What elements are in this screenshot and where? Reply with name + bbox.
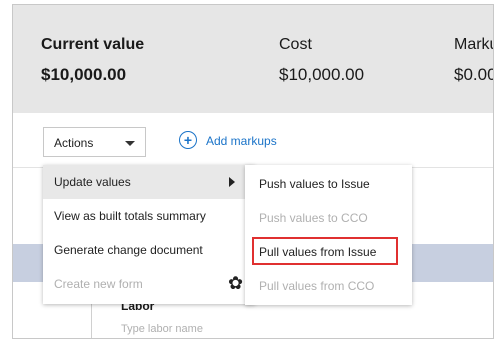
markup-label: Marku	[454, 36, 493, 53]
value-summary: Current value $10,000.00 Cost $10,000.00…	[13, 5, 493, 113]
actions-menu: Update values View as built totals summa…	[43, 165, 255, 304]
submenu-item-label: Push values to Issue	[259, 177, 370, 191]
menu-item-view-as-built[interactable]: View as built totals summary	[43, 199, 255, 233]
actions-label: Actions	[54, 136, 94, 150]
submenu-item-label: Pull values from CCO	[259, 279, 375, 293]
menu-item-label: Create new form	[54, 277, 143, 291]
cost-label: Cost	[279, 36, 312, 53]
submenu-item-label: Pull values from Issue	[259, 245, 377, 259]
current-value-amount: $10,000.00	[41, 65, 127, 84]
current-value-column: Current value $10,000.00	[41, 35, 144, 86]
gear-icon[interactable]: ✿	[228, 274, 243, 292]
markup-column: Marku $0.00	[454, 35, 494, 86]
menu-item-create-new-form: Create new form ✿	[43, 267, 255, 301]
menu-item-label: View as built totals summary	[54, 209, 206, 223]
submenu-item-push-to-cco: Push values to CCO	[245, 201, 412, 235]
actions-dropdown-button[interactable]: Actions	[43, 127, 146, 157]
caret-down-icon	[125, 141, 135, 146]
add-markups-label: Add markups	[206, 134, 277, 148]
cost-column: Cost $10,000.00	[279, 35, 364, 86]
labor-name-placeholder: Type labor name	[121, 323, 203, 335]
menu-item-generate-change-document[interactable]: Generate change document	[43, 233, 255, 267]
submenu-item-pull-from-cco: Pull values from CCO	[245, 269, 412, 303]
menu-item-label: Update values	[54, 175, 131, 189]
menu-item-update-values[interactable]: Update values	[43, 165, 255, 199]
submenu-item-push-to-issue[interactable]: Push values to Issue	[245, 167, 412, 201]
update-values-submenu: Push values to Issue Push values to CCO …	[245, 165, 412, 305]
current-value-label: Current value	[41, 36, 145, 53]
menu-item-label: Generate change document	[54, 243, 203, 257]
cost-amount: $10,000.00	[279, 65, 365, 84]
markup-amount: $0.00	[454, 65, 494, 84]
submenu-item-pull-from-issue[interactable]: Pull values from Issue	[245, 235, 412, 269]
triangle-right-icon	[229, 177, 235, 187]
submenu-item-label: Push values to CCO	[259, 211, 368, 225]
cost-panel: Current value $10,000.00 Cost $10,000.00…	[12, 4, 494, 339]
plus-circle-icon: +	[179, 131, 197, 149]
